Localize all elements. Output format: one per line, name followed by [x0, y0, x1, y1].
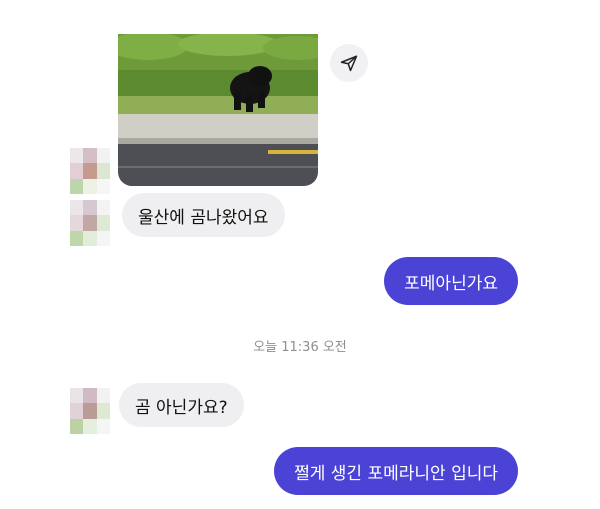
avatar[interactable] [70, 148, 110, 194]
outgoing-message-bubble[interactable]: 쩔게 생긴 포메라니안 입니다 [274, 447, 518, 495]
avatar[interactable] [70, 388, 110, 434]
share-button[interactable] [330, 44, 368, 82]
message-text: 포메아닌가요 [404, 273, 498, 294]
message-text: 곰 아닌가요? [135, 397, 228, 418]
send-plane-icon [340, 55, 358, 72]
incoming-message-bubble[interactable]: 울산에 곰나왔어요 [122, 193, 285, 237]
bear-dog-photo [118, 34, 318, 186]
outgoing-message-bubble[interactable]: 포메아닌가요 [384, 257, 518, 305]
avatar[interactable] [70, 200, 110, 246]
incoming-message-bubble[interactable]: 곰 아닌가요? [119, 383, 244, 427]
shared-photo[interactable] [118, 34, 318, 186]
timestamp: 오늘 11:36 오전 [253, 340, 347, 355]
message-text: 울산에 곰나왔어요 [138, 207, 269, 228]
message-text: 쩔게 생긴 포메라니안 입니다 [294, 463, 498, 484]
